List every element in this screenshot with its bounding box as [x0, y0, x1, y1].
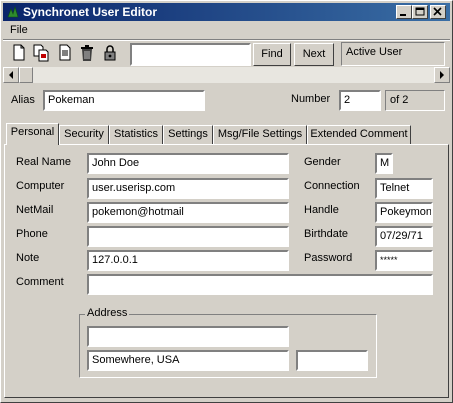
real-name-label: Real Name — [16, 156, 72, 168]
close-button[interactable] — [430, 5, 446, 19]
title-bar[interactable]: Synchronet User Editor — [3, 3, 450, 21]
password-field[interactable]: ***** — [375, 250, 433, 271]
scroll-right-button[interactable] — [434, 67, 450, 83]
window-title: Synchronet User Editor — [23, 5, 158, 19]
number-label: Number — [291, 93, 331, 105]
number-field[interactable]: 2 — [339, 90, 381, 111]
city-field[interactable]: Somewhere, USA — [87, 350, 289, 371]
status-label: Active User — [341, 42, 445, 66]
gender-field[interactable]: M — [375, 153, 393, 174]
address-group-label: Address — [85, 307, 130, 319]
handle-label: Handle — [304, 204, 339, 216]
gender-label: Gender — [304, 156, 341, 168]
address-line-field[interactable] — [87, 326, 289, 347]
tab-security[interactable]: Security — [59, 125, 109, 144]
comment-field[interactable] — [87, 274, 433, 295]
app-icon — [7, 6, 19, 18]
tab-msg-file-settings[interactable]: Msg/File Settings — [213, 125, 307, 144]
separator — [3, 40, 450, 41]
alias-field[interactable]: Pokeman — [43, 90, 205, 111]
comment-label: Comment — [16, 276, 64, 288]
menu-file[interactable]: File — [10, 24, 28, 36]
netmail-field[interactable]: pokemon@hotmail — [87, 202, 289, 223]
arrow-right-icon — [440, 71, 444, 79]
scroll-thumb[interactable] — [19, 67, 33, 83]
minimize-icon — [400, 14, 406, 16]
birthdate-field[interactable]: 07/29/71 — [375, 226, 433, 247]
trash-icon[interactable] — [79, 44, 95, 62]
maximize-icon — [415, 7, 425, 16]
arrow-left-icon — [9, 71, 13, 79]
connection-field[interactable]: Telnet — [375, 178, 433, 199]
tab-statistics[interactable]: Statistics — [109, 125, 163, 144]
real-name-field[interactable]: John Doe — [87, 153, 289, 174]
user-count: of 2 — [385, 90, 445, 111]
password-label: Password — [304, 252, 353, 264]
scroll-left-button[interactable] — [3, 67, 19, 83]
app-window: Synchronet User Editor File Find Next Ac… — [0, 0, 453, 403]
search-input[interactable] — [130, 43, 251, 66]
new-file-icon[interactable] — [11, 44, 27, 62]
birthdate-label: Birthdate — [304, 228, 349, 240]
horizontal-scrollbar[interactable] — [3, 67, 450, 83]
tab-extended-comment[interactable]: Extended Comment — [307, 125, 411, 144]
phone-label: Phone — [16, 228, 48, 240]
tab-settings[interactable]: Settings — [163, 125, 213, 144]
note-field[interactable]: 127.0.0.1 — [87, 250, 289, 271]
note-label: Note — [16, 252, 40, 264]
lock-icon[interactable] — [102, 44, 118, 62]
next-button[interactable]: Next — [294, 43, 334, 66]
find-button[interactable]: Find — [253, 43, 291, 66]
alias-label: Alias — [11, 94, 35, 106]
close-icon — [433, 7, 442, 16]
computer-field[interactable]: user.userisp.com — [87, 178, 289, 199]
page-icon[interactable] — [57, 44, 73, 62]
menu-bar: File — [3, 22, 450, 39]
netmail-label: NetMail — [16, 204, 54, 216]
phone-field[interactable] — [87, 226, 289, 247]
connection-label: Connection — [304, 180, 360, 192]
copy-file-icon[interactable] — [33, 44, 49, 62]
zip-field[interactable] — [296, 350, 368, 371]
tab-personal[interactable]: Personal — [6, 123, 59, 145]
maximize-button[interactable] — [412, 5, 428, 19]
computer-label: Computer — [16, 180, 65, 192]
handle-field[interactable]: Pokeymon — [375, 202, 433, 223]
minimize-button[interactable] — [396, 5, 412, 19]
